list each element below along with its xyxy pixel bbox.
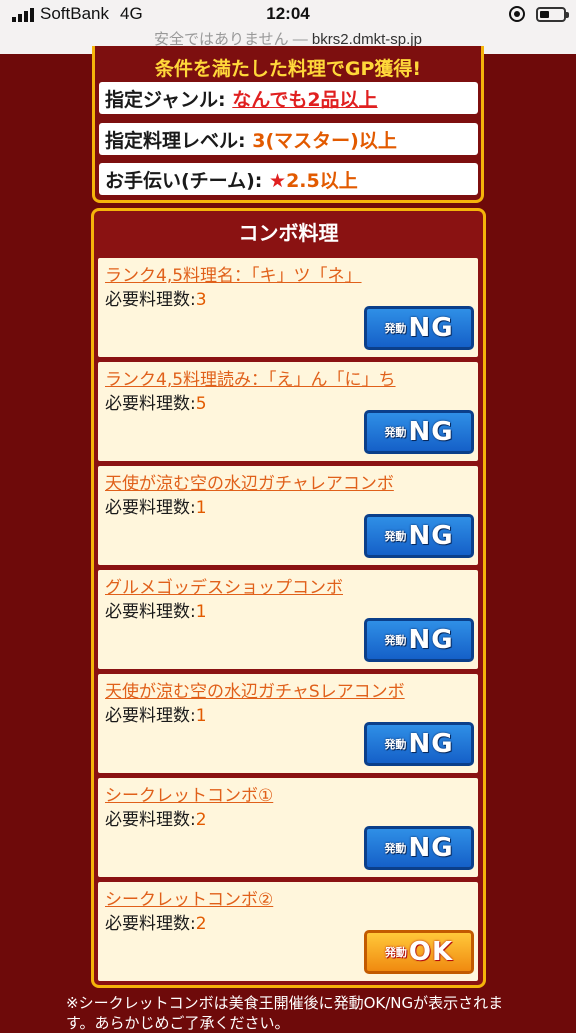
activation-status: NG	[408, 625, 454, 655]
combo-card: 天使が涼む空の水辺ガチャSレアコンボ 必要料理数:1 発動 NG	[98, 674, 478, 773]
star-icon: ★	[269, 170, 287, 192]
activation-prefix: 発動	[384, 946, 407, 959]
conditions-title: 条件を満たした料理でGP獲得!	[154, 58, 422, 80]
required-count-value: 5	[195, 394, 207, 414]
required-count: 必要料理数:1	[105, 493, 207, 518]
required-count-label: 必要料理数:	[105, 394, 196, 414]
conditions-panel: 条件を満たした料理でGP獲得! 指定ジャンル: なんでも2品以上 指定料理レベル…	[92, 46, 484, 203]
required-count-label: 必要料理数:	[105, 498, 196, 518]
combo-name-link[interactable]: 天使が涼む空の水辺ガチャSレアコンボ	[105, 677, 405, 702]
activation-status-badge: 発動 NG	[364, 826, 474, 870]
activation-status-badge: 発動 OK	[364, 930, 474, 974]
activation-status-badge: 発動 NG	[364, 618, 474, 662]
activation-status-badge: 発動 NG	[364, 722, 474, 766]
combo-card: ランク4,5料理読み：「え」ん「に」ち 必要料理数:5 発動 NG	[98, 362, 478, 461]
battery-icon	[536, 7, 569, 22]
required-count-value: 2	[195, 914, 207, 934]
combo-name-link[interactable]: ランク4,5料理読み：「え」ん「に」ち	[105, 365, 396, 390]
required-count-value: 1	[195, 706, 207, 726]
combo-name-link[interactable]: シークレットコンボ②	[105, 885, 273, 910]
helper-label: お手伝い(チーム):	[105, 170, 263, 192]
activation-status: NG	[408, 833, 454, 863]
combo-name-link[interactable]: グルメゴッデスショップコンボ	[105, 573, 343, 598]
required-count-label: 必要料理数:	[105, 602, 196, 622]
combo-card: グルメゴッデスショップコンボ 必要料理数:1 発動 NG	[98, 570, 478, 669]
activation-prefix: 発動	[384, 634, 407, 647]
required-count-label: 必要料理数:	[105, 706, 196, 726]
required-count-label: 必要料理数:	[105, 290, 196, 310]
clock: 12:04	[266, 4, 310, 23]
required-count-label: 必要料理数:	[105, 914, 196, 934]
activation-prefix: 発動	[384, 322, 407, 335]
activation-status-badge: 発動 NG	[364, 514, 474, 558]
combo-name-link[interactable]: ランク4,5料理名：「キ」ツ「ネ」	[105, 261, 362, 286]
required-count: 必要料理数:2	[105, 909, 207, 934]
activation-status: OK	[408, 937, 454, 967]
activation-status: NG	[408, 729, 454, 759]
combo-panel: コンボ料理 ランク4,5料理名：「キ」ツ「ネ」 必要料理数:3 発動 NG ランク…	[91, 208, 486, 988]
required-count-value: 3	[195, 290, 207, 310]
footnote: ※シークレットコンボは美食王開催後に発動OK/NGが表示されます。あらかじめご了…	[66, 994, 504, 1032]
activation-prefix: 発動	[384, 530, 407, 543]
required-count-value: 1	[195, 498, 207, 518]
activation-prefix: 発動	[384, 738, 407, 751]
genre-label: 指定ジャンル:	[105, 89, 226, 111]
required-count: 必要料理数:2	[105, 805, 207, 830]
level-value: 3(マスター)以上	[252, 130, 397, 152]
required-count-value: 1	[195, 602, 207, 622]
genre-condition: 指定ジャンル: なんでも2品以上	[99, 82, 478, 114]
combo-card: シークレットコンボ① 必要料理数:2 発動 NG	[98, 778, 478, 877]
combo-card: 天使が涼む空の水辺ガチャレアコンボ 必要料理数:1 発動 NG	[98, 466, 478, 565]
helper-value: 2.5以上	[286, 170, 358, 192]
required-count: 必要料理数:1	[105, 701, 207, 726]
required-count: 必要料理数:5	[105, 389, 207, 414]
combo-card: シークレットコンボ② 必要料理数:2 発動 OK	[98, 882, 478, 981]
activation-status: NG	[408, 313, 454, 343]
rotation-lock-icon	[509, 6, 525, 22]
activation-prefix: 発動	[384, 842, 407, 855]
combo-name-link[interactable]: シークレットコンボ①	[105, 781, 273, 806]
activation-status-badge: 発動 NG	[364, 306, 474, 350]
combo-header: コンボ料理	[238, 221, 339, 245]
required-count-value: 2	[195, 810, 207, 830]
activation-status: NG	[408, 521, 454, 551]
required-count: 必要料理数:3	[105, 285, 207, 310]
activation-status-badge: 発動 NG	[364, 410, 474, 454]
activation-prefix: 発動	[384, 426, 407, 439]
helper-condition: お手伝い(チーム): ★2.5以上	[99, 163, 478, 195]
required-count-label: 必要料理数:	[105, 810, 196, 830]
activation-status: NG	[408, 417, 454, 447]
level-label: 指定料理レベル:	[105, 130, 246, 152]
genre-value[interactable]: なんでも2品以上	[232, 89, 377, 111]
required-count: 必要料理数:1	[105, 597, 207, 622]
combo-card: ランク4,5料理名：「キ」ツ「ネ」 必要料理数:3 発動 NG	[98, 258, 478, 357]
combo-name-link[interactable]: 天使が涼む空の水辺ガチャレアコンボ	[105, 469, 394, 494]
level-condition: 指定料理レベル: 3(マスター)以上	[99, 123, 478, 155]
